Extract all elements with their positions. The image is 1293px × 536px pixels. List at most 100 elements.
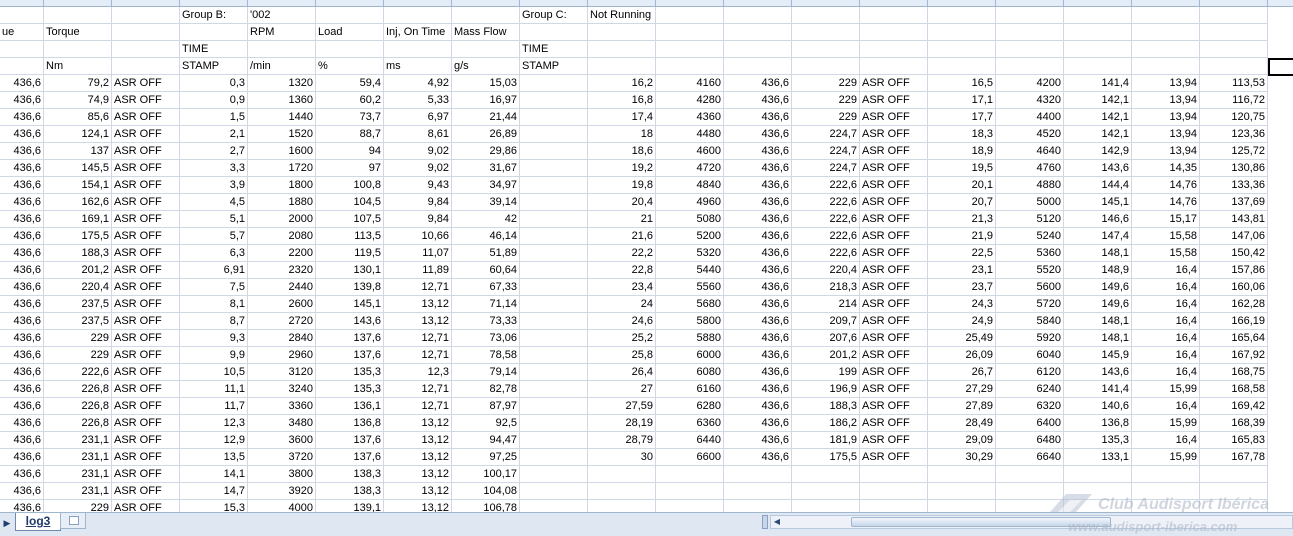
cell[interactable] xyxy=(520,483,588,500)
column-header-12[interactable] xyxy=(792,0,860,7)
cell[interactable]: 175,5 xyxy=(792,449,860,466)
cell[interactable] xyxy=(520,177,588,194)
cell[interactable]: ASR OFF xyxy=(112,415,180,432)
cell[interactable]: 229 xyxy=(792,109,860,126)
cell[interactable]: 23,7 xyxy=(928,279,996,296)
cell[interactable]: 143,6 xyxy=(1064,364,1132,381)
cell[interactable]: ASR OFF xyxy=(112,262,180,279)
cell[interactable]: 214 xyxy=(792,296,860,313)
cell[interactable] xyxy=(520,245,588,262)
cell[interactable]: 23,4 xyxy=(588,279,656,296)
cell[interactable] xyxy=(996,58,1064,75)
cell[interactable]: 13,94 xyxy=(1132,92,1200,109)
cell[interactable]: 2200 xyxy=(248,245,316,262)
cell[interactable] xyxy=(656,500,724,512)
cell[interactable]: 137,69 xyxy=(1200,194,1268,211)
cell[interactable]: 2320 xyxy=(248,262,316,279)
cell[interactable]: 3360 xyxy=(248,398,316,415)
cell[interactable]: 14,7 xyxy=(180,483,248,500)
cell[interactable] xyxy=(656,41,724,58)
cell[interactable] xyxy=(792,24,860,41)
cell[interactable]: ASR OFF xyxy=(112,381,180,398)
cell[interactable]: 150,42 xyxy=(1200,245,1268,262)
cell[interactable]: 146,6 xyxy=(1064,211,1132,228)
cell[interactable] xyxy=(520,449,588,466)
cell[interactable]: 148,9 xyxy=(1064,262,1132,279)
cell[interactable] xyxy=(928,500,996,512)
cell[interactable]: 5,33 xyxy=(384,92,452,109)
cell[interactable]: 21,44 xyxy=(452,109,520,126)
cell[interactable]: Not Running xyxy=(588,7,656,24)
cell[interactable]: 231,1 xyxy=(44,483,112,500)
column-header-3[interactable] xyxy=(180,0,248,7)
cell[interactable]: STAMP xyxy=(520,58,588,75)
cell[interactable] xyxy=(996,41,1064,58)
cell[interactable]: 24,3 xyxy=(928,296,996,313)
cell[interactable]: 60,64 xyxy=(452,262,520,279)
cell[interactable]: 125,72 xyxy=(1200,143,1268,160)
cell[interactable]: 136,8 xyxy=(316,415,384,432)
insert-sheet-tab[interactable] xyxy=(60,513,86,529)
cell[interactable]: 6080 xyxy=(656,364,724,381)
cell[interactable]: 97,25 xyxy=(452,449,520,466)
cell[interactable]: 6480 xyxy=(996,432,1064,449)
cell[interactable] xyxy=(724,500,792,512)
cell[interactable]: g/s xyxy=(452,58,520,75)
cell[interactable]: 29,86 xyxy=(452,143,520,160)
cell[interactable]: 143,81 xyxy=(1200,211,1268,228)
cell[interactable]: 12,3 xyxy=(384,364,452,381)
cell[interactable]: 436,6 xyxy=(724,296,792,313)
cell[interactable] xyxy=(520,398,588,415)
cell[interactable]: 436,6 xyxy=(0,364,44,381)
cell[interactable]: 39,14 xyxy=(452,194,520,211)
cell[interactable] xyxy=(928,24,996,41)
cell[interactable]: 26,89 xyxy=(452,126,520,143)
cell[interactable] xyxy=(1132,41,1200,58)
cell[interactable]: 5360 xyxy=(996,245,1064,262)
cell[interactable]: 2,7 xyxy=(180,143,248,160)
cell[interactable]: Group C: xyxy=(520,7,588,24)
cell[interactable]: ASR OFF xyxy=(112,330,180,347)
cell[interactable]: 116,72 xyxy=(1200,92,1268,109)
cell[interactable]: 137,6 xyxy=(316,347,384,364)
cell[interactable] xyxy=(792,500,860,512)
cell[interactable]: 157,86 xyxy=(1200,262,1268,279)
cell[interactable]: ASR OFF xyxy=(112,228,180,245)
cell[interactable] xyxy=(1132,24,1200,41)
cell[interactable] xyxy=(520,415,588,432)
cell[interactable]: 1600 xyxy=(248,143,316,160)
cell[interactable]: 196,9 xyxy=(792,381,860,398)
cell[interactable]: STAMP xyxy=(180,58,248,75)
cell[interactable]: 436,6 xyxy=(724,245,792,262)
cell[interactable]: ASR OFF xyxy=(860,143,928,160)
cell[interactable]: 222,6 xyxy=(792,211,860,228)
cell[interactable]: ASR OFF xyxy=(112,466,180,483)
cell[interactable]: 16,4 xyxy=(1132,347,1200,364)
cell[interactable]: /min xyxy=(248,58,316,75)
cell[interactable] xyxy=(860,41,928,58)
cell[interactable]: ASR OFF xyxy=(112,245,180,262)
cell[interactable]: 120,75 xyxy=(1200,109,1268,126)
cell[interactable]: 21,3 xyxy=(928,211,996,228)
cell[interactable]: 28,79 xyxy=(588,432,656,449)
cell[interactable]: 5680 xyxy=(656,296,724,313)
cell[interactable]: 220,4 xyxy=(44,279,112,296)
cell[interactable] xyxy=(520,262,588,279)
cell[interactable]: 104,5 xyxy=(316,194,384,211)
cell[interactable]: 78,58 xyxy=(452,347,520,364)
cell[interactable]: ASR OFF xyxy=(112,177,180,194)
cell[interactable]: 60,2 xyxy=(316,92,384,109)
cell[interactable]: 148,1 xyxy=(1064,313,1132,330)
cell[interactable]: 436,6 xyxy=(724,262,792,279)
cell[interactable]: 9,02 xyxy=(384,160,452,177)
cell[interactable]: 15,58 xyxy=(1132,228,1200,245)
cell[interactable]: 107,5 xyxy=(316,211,384,228)
cell[interactable] xyxy=(656,24,724,41)
cell[interactable]: 27,89 xyxy=(928,398,996,415)
cell[interactable]: 4400 xyxy=(996,109,1064,126)
cell[interactable]: 4520 xyxy=(996,126,1064,143)
cell[interactable]: ASR OFF xyxy=(112,211,180,228)
cell[interactable]: ASR OFF xyxy=(860,160,928,177)
cell[interactable]: 26,7 xyxy=(928,364,996,381)
cell[interactable] xyxy=(860,7,928,24)
